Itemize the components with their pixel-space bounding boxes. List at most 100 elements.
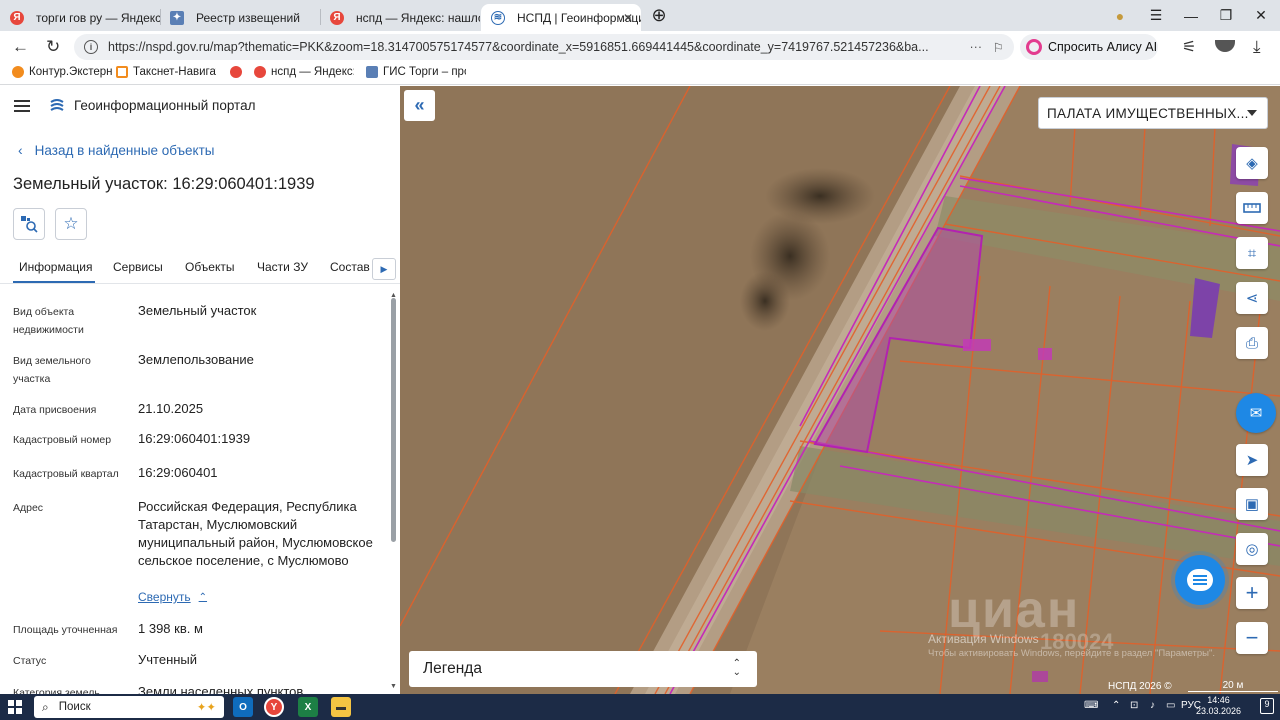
measure-button[interactable] bbox=[1236, 192, 1268, 224]
minus-icon: − bbox=[1245, 625, 1259, 650]
page-info-icon[interactable]: i bbox=[84, 40, 98, 54]
url-field[interactable]: i https://nspd.gov.ru/map?thematic=PKK&z… bbox=[74, 34, 1014, 60]
bookmarks-bar: Контур.Экстерн Такснет-Навигато нспд — Я… bbox=[0, 63, 1280, 85]
active-tab-indicator bbox=[13, 281, 95, 283]
search-icon: ⌕ bbox=[42, 699, 49, 714]
collapse-address-link[interactable]: Свернуть ⌃ bbox=[138, 590, 207, 604]
bookmark-icon[interactable]: ⚐ bbox=[993, 40, 1004, 55]
legend-panel[interactable]: Легенда ⌃ ⌄ bbox=[409, 651, 757, 687]
minimap-icon: ▣ bbox=[1244, 496, 1260, 513]
search-placeholder: Поиск bbox=[58, 701, 91, 713]
ruler-icon bbox=[1243, 203, 1261, 213]
menu-icon[interactable]: ☰ bbox=[1138, 0, 1174, 31]
bookmark-item[interactable]: ГИС Торги – про bbox=[366, 66, 466, 78]
more-icon[interactable]: ··· bbox=[970, 40, 983, 54]
locate-button[interactable]: ◎ bbox=[1236, 533, 1268, 565]
field-value: Землепользование bbox=[138, 352, 254, 367]
tab-composition[interactable]: Состав bbox=[330, 260, 370, 274]
tray-expand-icon[interactable]: ⌃ bbox=[1112, 700, 1120, 711]
tab-information[interactable]: Информация bbox=[19, 260, 92, 274]
geolocation-button[interactable]: ➤ bbox=[1236, 444, 1268, 476]
tab-label: нспд — Яндекс: нашлось bbox=[356, 10, 480, 25]
scrollbar-thumb[interactable] bbox=[391, 298, 396, 542]
map-view[interactable]: « ПАЛАТА ИМУЩЕСТВЕННЫХ... ◈ ⌗ ⋖ ⎙ ✉ ➤ ▣ … bbox=[400, 86, 1280, 694]
print-button[interactable]: ⎙ bbox=[1236, 327, 1268, 359]
tabs-scroll-right-icon[interactable]: ▶ bbox=[372, 258, 396, 280]
field-label: Вид объекта недвижимости bbox=[13, 306, 84, 336]
new-tab-button[interactable]: ⊕ bbox=[641, 0, 677, 31]
nspd-icon: ≋ bbox=[491, 10, 505, 25]
chat-button[interactable] bbox=[1175, 555, 1225, 605]
bookmark-item[interactable] bbox=[230, 66, 247, 78]
tab-objects[interactable]: Объекты bbox=[185, 260, 235, 274]
battery-icon[interactable]: ▭ bbox=[1166, 700, 1175, 711]
torgi-icon: ✦ bbox=[170, 10, 184, 25]
clock[interactable]: 14:46 23.03.2026 bbox=[1196, 695, 1241, 717]
back-to-results-link[interactable]: ‹ Назад в найденные объекты bbox=[18, 142, 214, 158]
share-button[interactable]: ⋖ bbox=[1236, 282, 1268, 314]
field-label: Вид земельного участка bbox=[13, 355, 91, 385]
browser-tab[interactable]: Я нспд — Яндекс: нашлось bbox=[320, 4, 480, 31]
taskbar-search[interactable]: ⌕ Поиск ✦✦ bbox=[34, 696, 224, 718]
double-chevron-left-icon: « bbox=[414, 95, 425, 115]
assistant-button[interactable]: ✉ bbox=[1236, 393, 1276, 433]
outlook-icon[interactable]: O bbox=[233, 697, 253, 717]
excel-icon[interactable]: X bbox=[298, 697, 318, 717]
select-area-button[interactable]: ⌗ bbox=[1236, 237, 1268, 269]
reload-icon[interactable]: ↻ bbox=[46, 37, 60, 57]
tab-services[interactable]: Сервисы bbox=[113, 260, 163, 274]
field-label: Адрес bbox=[13, 502, 44, 514]
maximize-icon[interactable]: ❐ bbox=[1208, 0, 1244, 31]
layer-select[interactable]: ПАЛАТА ИМУЩЕСТВЕННЫХ... bbox=[1038, 97, 1268, 129]
bookmark-item[interactable]: нспд — Яндекс: на bbox=[254, 66, 354, 78]
zoom-to-object-button[interactable] bbox=[13, 208, 45, 240]
object-info-panel: Геоинформационный портал ‹ Назад в найде… bbox=[0, 86, 400, 694]
close-window-icon[interactable]: ✕ bbox=[1243, 0, 1279, 31]
field-label: Кадастровый квартал bbox=[13, 468, 119, 480]
share-icon: ⋖ bbox=[1245, 290, 1259, 307]
windows-start-icon[interactable] bbox=[8, 700, 22, 714]
close-tab-icon[interactable]: ✕ bbox=[623, 11, 633, 25]
scroll-down-icon[interactable]: ▼ bbox=[390, 683, 397, 690]
taskbar: ⌕ Поиск ✦✦ O Y X ▬ ⌨ ⌃ ⊡ ♪ ▭ РУС 14:46 2… bbox=[0, 694, 1280, 720]
collapse-panel-button[interactable]: « bbox=[404, 90, 435, 121]
zoom-in-button[interactable]: + bbox=[1236, 577, 1268, 609]
address-bar: ← ↻ i https://nspd.gov.ru/map?thematic=P… bbox=[0, 31, 1280, 63]
browser-tab-active[interactable]: ≋ НСПД | Геоинформаци ✕ bbox=[481, 4, 641, 31]
taksnet-icon bbox=[116, 66, 128, 78]
speaker-icon[interactable]: ♪ bbox=[1150, 700, 1155, 711]
ask-alice-button[interactable]: Спросить Алису AI bbox=[1020, 34, 1158, 60]
back-arrow-icon[interactable]: ← bbox=[12, 37, 29, 57]
file-explorer-icon[interactable]: ▬ bbox=[331, 697, 351, 717]
hamburger-menu-icon[interactable] bbox=[14, 100, 30, 112]
windows-activation-text: Чтобы активировать Windows, перейдите в … bbox=[928, 648, 1215, 659]
kontur-icon bbox=[12, 66, 24, 78]
minimize-icon[interactable]: — bbox=[1173, 0, 1209, 31]
browser-tab[interactable]: ✦ Реестр извещений bbox=[160, 4, 320, 31]
layers-button[interactable]: ◈ bbox=[1236, 147, 1268, 179]
tab-parts[interactable]: Части ЗУ bbox=[257, 260, 308, 274]
favorite-button[interactable]: ☆ bbox=[55, 208, 87, 240]
extensions-icon[interactable]: ⚟ bbox=[1182, 37, 1196, 57]
star-icon: ☆ bbox=[63, 214, 79, 233]
profile-icon[interactable]: ● bbox=[1102, 0, 1138, 31]
bookmark-label: Такснет-Навигато bbox=[133, 66, 216, 78]
yandex-icon: Я bbox=[330, 10, 344, 25]
download-icon[interactable]: ⤓ bbox=[1253, 37, 1261, 57]
field-value: 16:29:060401 bbox=[138, 465, 218, 480]
bookmark-item[interactable]: Такснет-Навигато bbox=[116, 66, 216, 78]
object-search-icon bbox=[21, 216, 38, 233]
field-value: Учтенный bbox=[138, 652, 198, 667]
notifications-badge[interactable]: 9 bbox=[1260, 698, 1274, 714]
yandex-browser-icon[interactable]: Y bbox=[264, 697, 284, 717]
keyboard-icon[interactable]: ⌨ bbox=[1084, 700, 1098, 711]
network-icon[interactable]: ⊡ bbox=[1130, 700, 1138, 711]
minimap-button[interactable]: ▣ bbox=[1236, 488, 1268, 520]
object-title: Земельный участок: 16:29:060401:1939 bbox=[13, 175, 315, 193]
protect-icon[interactable] bbox=[1215, 40, 1235, 52]
browser-tab[interactable]: Я торги гов ру — Яндекс: на bbox=[0, 4, 160, 31]
bookmark-label: ГИС Торги – про bbox=[383, 66, 466, 78]
bookmark-item[interactable]: Контур.Экстерн bbox=[12, 66, 113, 78]
zoom-out-button[interactable]: − bbox=[1236, 622, 1268, 654]
layer-select-value: ПАЛАТА ИМУЩЕСТВЕННЫХ... bbox=[1047, 105, 1249, 121]
